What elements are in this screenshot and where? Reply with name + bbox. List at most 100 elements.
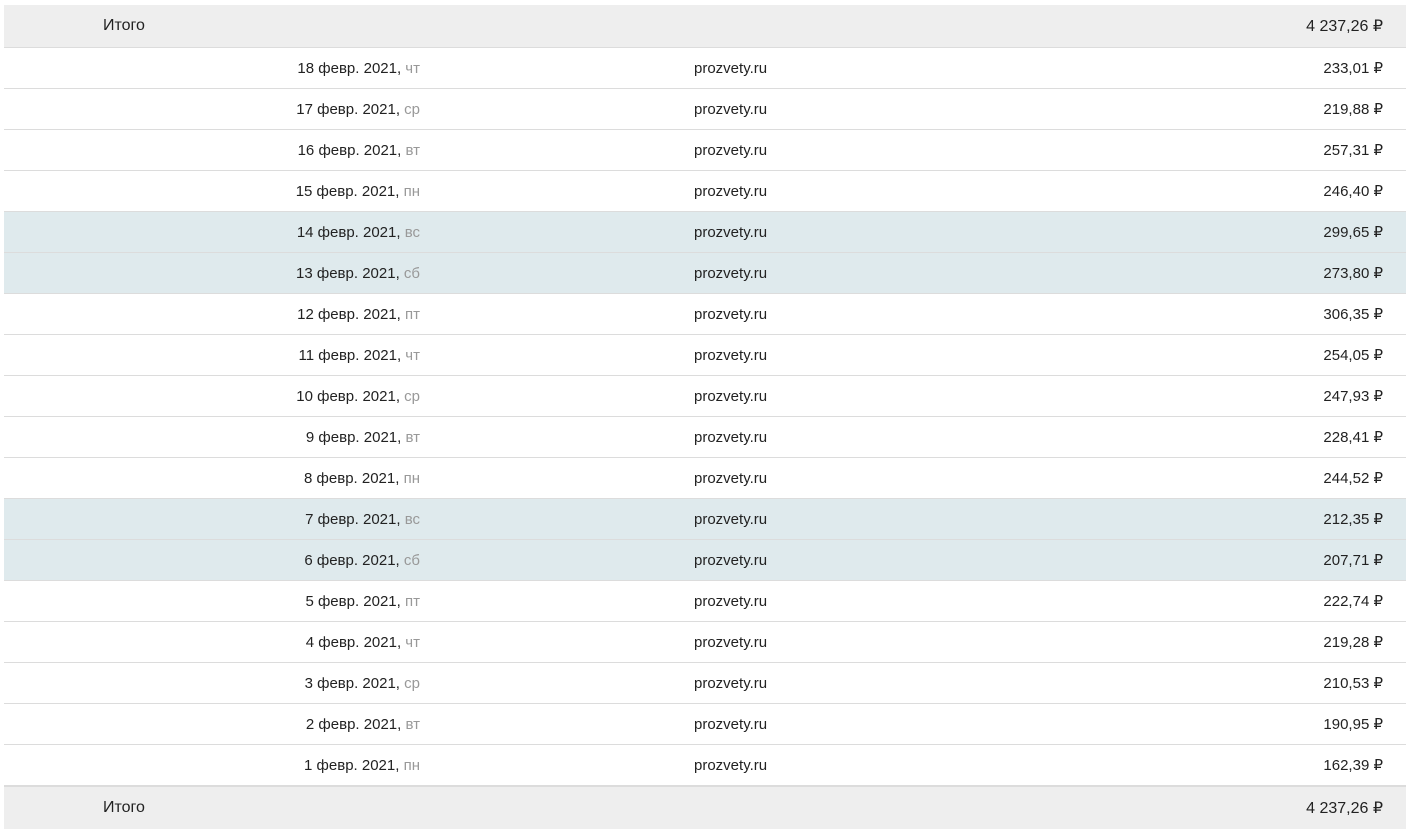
amount-cell: 219,28 ₽ xyxy=(1323,634,1383,651)
date-text: 18 февр. 2021, xyxy=(297,59,402,77)
weekday-label: пн xyxy=(399,756,420,774)
total-row-top: Итого 4 237,26 ₽ xyxy=(4,5,1406,48)
site-cell: prozvety.ru xyxy=(694,756,768,774)
date-text: 6 февр. 2021, xyxy=(304,551,400,569)
date-text: 7 февр. 2021, xyxy=(305,510,401,528)
table-row[interactable]: 7 февр. 2021, вс prozvety.ru 212,35 ₽ xyxy=(4,499,1406,540)
weekday-label: вт xyxy=(401,428,420,446)
weekday-label: чт xyxy=(401,346,420,364)
table-row[interactable]: 8 февр. 2021, пн prozvety.ru 244,52 ₽ xyxy=(4,458,1406,499)
table-row[interactable]: 17 февр. 2021, ср prozvety.ru 219,88 ₽ xyxy=(4,89,1406,130)
date-cell: 18 февр. 2021, чт xyxy=(297,48,420,88)
date-text: 2 февр. 2021, xyxy=(305,715,402,733)
total-value: 4 237,26 ₽ xyxy=(1306,18,1383,35)
date-cell: 5 февр. 2021, пт xyxy=(305,581,420,621)
date-text: 12 февр. 2021, xyxy=(297,305,401,323)
weekday-label: пн xyxy=(399,469,420,487)
date-cell: 7 февр. 2021, вс xyxy=(305,499,420,539)
table-row[interactable]: 4 февр. 2021, чт prozvety.ru 219,28 ₽ xyxy=(4,622,1406,663)
weekday-label: ср xyxy=(399,100,420,118)
date-cell: 12 февр. 2021, пт xyxy=(297,294,420,334)
amount-cell: 228,41 ₽ xyxy=(1323,429,1383,446)
date-cell: 3 февр. 2021, ср xyxy=(305,663,420,703)
amount-cell: 273,80 ₽ xyxy=(1323,265,1383,282)
weekday-label: вс xyxy=(400,223,420,241)
site-cell: prozvety.ru xyxy=(694,674,768,692)
site-cell: prozvety.ru xyxy=(694,141,768,159)
table-row[interactable]: 16 февр. 2021, вт prozvety.ru 257,31 ₽ xyxy=(4,130,1406,171)
date-cell: 1 февр. 2021, пн xyxy=(304,745,420,785)
amount-cell: 257,31 ₽ xyxy=(1323,142,1383,159)
site-cell: prozvety.ru xyxy=(694,223,768,241)
table-row[interactable]: 1 февр. 2021, пн prozvety.ru 162,39 ₽ xyxy=(4,745,1406,786)
weekday-label: пт xyxy=(400,592,420,610)
amount-cell: 162,39 ₽ xyxy=(1323,757,1383,774)
table-row[interactable]: 9 февр. 2021, вт prozvety.ru 228,41 ₽ xyxy=(4,417,1406,458)
site-cell: prozvety.ru xyxy=(694,633,768,651)
table-row[interactable]: 11 февр. 2021, чт prozvety.ru 254,05 ₽ xyxy=(4,335,1406,376)
site-cell: prozvety.ru xyxy=(694,510,768,528)
weekday-label: вт xyxy=(401,141,420,159)
date-text: 15 февр. 2021, xyxy=(295,182,400,200)
table-row[interactable]: 12 февр. 2021, пт prozvety.ru 306,35 ₽ xyxy=(4,294,1406,335)
date-text: 16 февр. 2021, xyxy=(297,141,402,159)
date-cell: 13 февр. 2021, сб xyxy=(296,253,420,293)
table-row[interactable]: 13 февр. 2021, сб prozvety.ru 273,80 ₽ xyxy=(4,253,1406,294)
date-cell: 17 февр. 2021, ср xyxy=(296,89,420,129)
amount-cell: 254,05 ₽ xyxy=(1323,347,1383,364)
date-cell: 14 февр. 2021, вс xyxy=(297,212,420,252)
date-cell: 4 февр. 2021, чт xyxy=(306,622,420,662)
table-row[interactable]: 15 февр. 2021, пн prozvety.ru 246,40 ₽ xyxy=(4,171,1406,212)
amount-cell: 190,95 ₽ xyxy=(1323,716,1383,733)
total-label: Итого xyxy=(103,17,145,34)
site-cell: prozvety.ru xyxy=(694,469,768,487)
amount-cell: 244,52 ₽ xyxy=(1323,470,1383,487)
date-text: 4 февр. 2021, xyxy=(305,633,402,651)
total-label: Итого xyxy=(103,799,145,816)
table-row[interactable]: 14 февр. 2021, вс prozvety.ru 299,65 ₽ xyxy=(4,212,1406,253)
weekday-label: сб xyxy=(399,551,420,569)
date-text: 5 февр. 2021, xyxy=(305,592,401,610)
site-cell: prozvety.ru xyxy=(694,182,768,200)
date-cell: 9 февр. 2021, вт xyxy=(306,417,420,457)
date-text: 9 февр. 2021, xyxy=(305,428,402,446)
amount-cell: 233,01 ₽ xyxy=(1323,60,1383,77)
date-cell: 10 февр. 2021, ср xyxy=(296,376,420,416)
site-cell: prozvety.ru xyxy=(694,387,768,405)
weekday-label: чт xyxy=(401,633,420,651)
date-cell: 2 февр. 2021, вт xyxy=(306,704,420,744)
site-cell: prozvety.ru xyxy=(694,428,768,446)
date-text: 13 февр. 2021, xyxy=(296,264,400,282)
table-row[interactable]: 2 февр. 2021, вт prozvety.ru 190,95 ₽ xyxy=(4,704,1406,745)
table-row[interactable]: 18 февр. 2021, чт prozvety.ru 233,01 ₽ xyxy=(4,48,1406,89)
date-text: 8 февр. 2021, xyxy=(304,469,400,487)
weekday-label: пт xyxy=(400,305,420,323)
weekday-label: вт xyxy=(401,715,420,733)
amount-cell: 219,88 ₽ xyxy=(1323,101,1383,118)
table-row[interactable]: 10 февр. 2021, ср prozvety.ru 247,93 ₽ xyxy=(4,376,1406,417)
site-cell: prozvety.ru xyxy=(694,715,768,733)
amount-cell: 247,93 ₽ xyxy=(1323,388,1383,405)
weekday-label: ср xyxy=(399,674,420,692)
weekday-label: чт xyxy=(401,59,420,77)
site-cell: prozvety.ru xyxy=(694,551,768,569)
amount-cell: 207,71 ₽ xyxy=(1323,552,1383,569)
date-text: 17 февр. 2021, xyxy=(296,100,400,118)
site-cell: prozvety.ru xyxy=(694,100,768,118)
table-row[interactable]: 3 февр. 2021, ср prozvety.ru 210,53 ₽ xyxy=(4,663,1406,704)
date-cell: 6 февр. 2021, сб xyxy=(304,540,420,580)
site-cell: prozvety.ru xyxy=(694,305,768,323)
weekday-label: пн xyxy=(399,182,420,200)
site-cell: prozvety.ru xyxy=(694,59,768,77)
table-body: 18 февр. 2021, чт prozvety.ru 233,01 ₽ 17 ф… xyxy=(4,48,1406,786)
date-cell: 8 февр. 2021, пн xyxy=(304,458,420,498)
report-table: Итого 4 237,26 ₽ 18 февр. 2021, чт prozve… xyxy=(4,5,1406,829)
table-row[interactable]: 6 февр. 2021, сб prozvety.ru 207,71 ₽ xyxy=(4,540,1406,581)
amount-cell: 210,53 ₽ xyxy=(1323,675,1383,692)
date-cell: 16 февр. 2021, вт xyxy=(298,130,420,170)
weekday-label: ср xyxy=(399,387,420,405)
amount-cell: 246,40 ₽ xyxy=(1323,183,1383,200)
date-text: 10 февр. 2021, xyxy=(296,387,400,405)
date-text: 1 февр. 2021, xyxy=(304,756,400,774)
table-row[interactable]: 5 февр. 2021, пт prozvety.ru 222,74 ₽ xyxy=(4,581,1406,622)
